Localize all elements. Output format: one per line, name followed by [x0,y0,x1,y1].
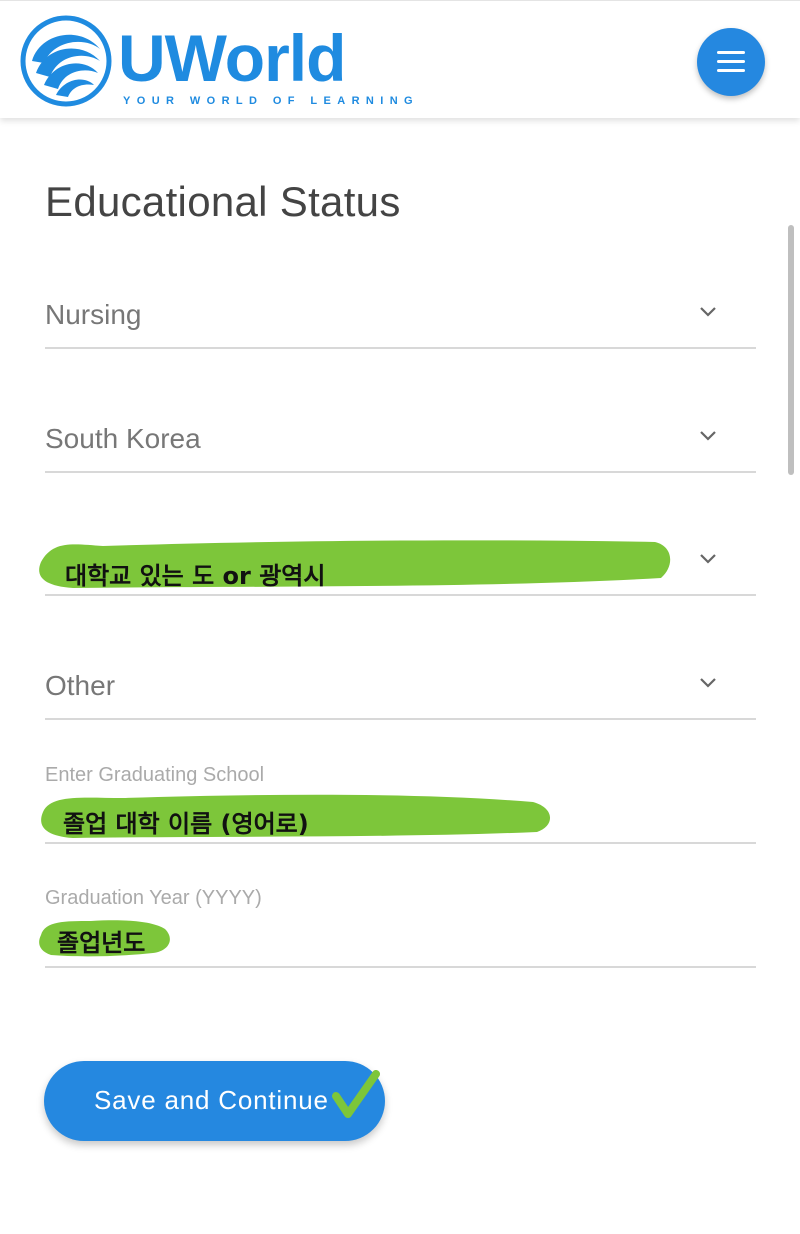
graduating-school-label: Enter Graduating School [45,764,265,786]
app-header: UWorld YOUR WORLD OF LEARNING [0,0,800,118]
program-select-value: Nursing [45,299,142,330]
graduating-school-value: 졸업 대학 이름 (영어로) [63,810,309,838]
chevron-down-icon [700,554,716,564]
save-button-label: Save and Continue [94,1085,329,1115]
checkmark-icon [332,1070,380,1118]
hamburger-menu-icon-line [717,69,745,72]
hamburger-menu-icon-line [717,60,745,63]
program-select[interactable]: Nursing [45,291,756,349]
hamburger-menu-button[interactable] [697,28,765,96]
chevron-down-icon [700,307,716,317]
page-title: Educational Status [45,178,401,225]
hamburger-menu-icon [717,51,745,54]
uworld-globe-icon [20,15,112,107]
graduating-school-field[interactable]: Enter Graduating School 졸업 대학 이름 (영어로) [41,764,756,844]
region-select[interactable]: 대학교 있는 도 or 광역시 [39,538,756,596]
page-scrollbar[interactable] [788,225,794,475]
region-select-value: 대학교 있는 도 or 광역시 [65,562,326,590]
graduation-year-field[interactable]: Graduation Year (YYYY) 졸업년도 [39,887,756,968]
country-select[interactable]: South Korea [45,415,756,473]
school-type-select-value: Other [45,670,116,701]
logo-tagline: YOUR WORLD OF LEARNING [123,95,420,107]
school-type-select[interactable]: Other [45,662,756,720]
country-select-value: South Korea [45,423,201,454]
chevron-down-icon [700,678,716,688]
graduation-year-value: 졸업년도 [57,929,146,957]
chevron-down-icon [700,431,716,441]
logo-wordmark: UWorld [118,21,346,95]
graduation-year-label: Graduation Year (YYYY) [45,887,262,909]
uworld-logo[interactable]: UWorld YOUR WORLD OF LEARNING [20,15,413,111]
